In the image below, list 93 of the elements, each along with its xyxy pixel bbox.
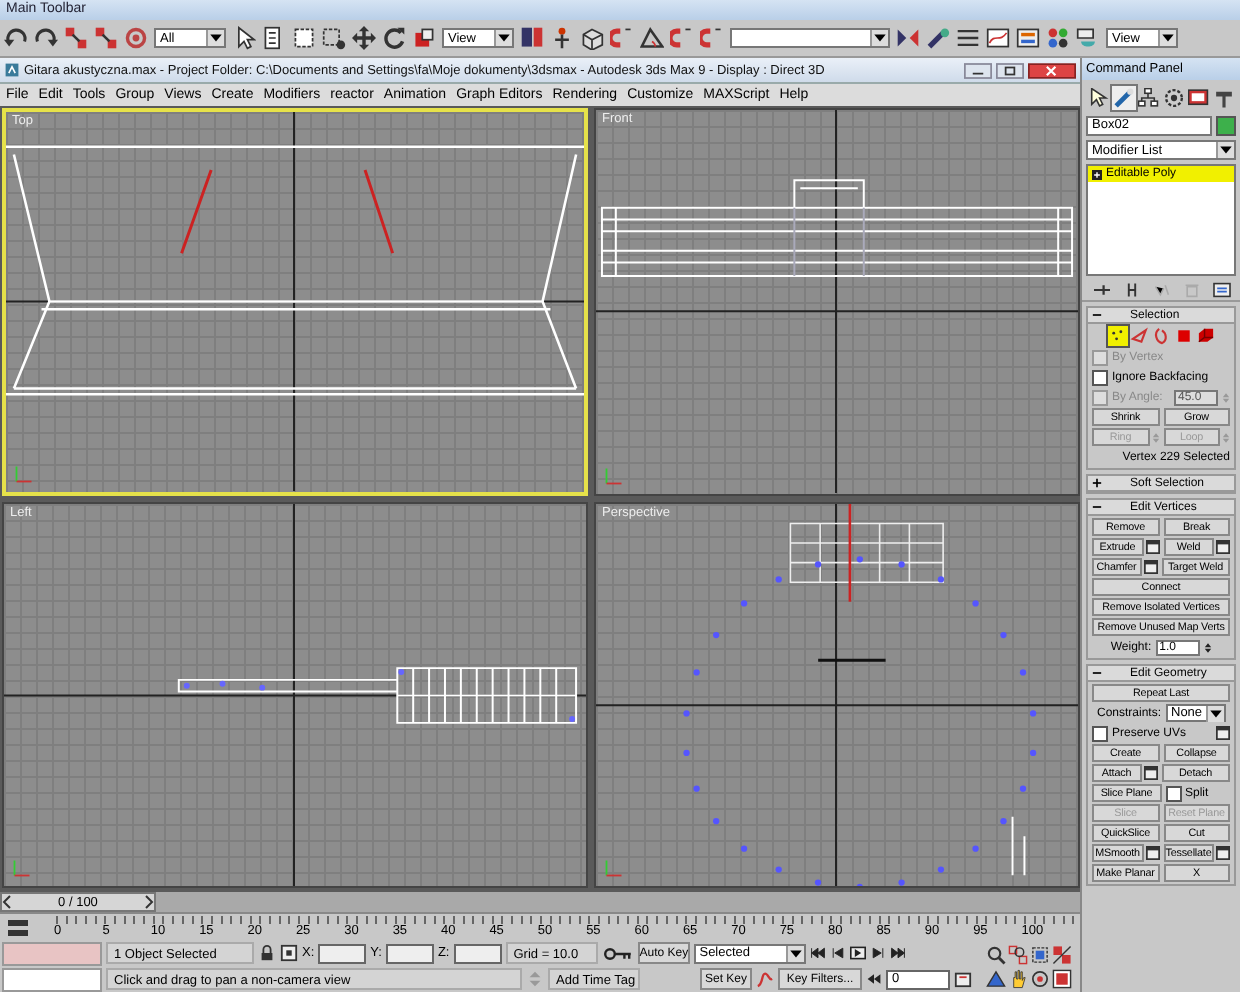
- key-mode-toggle-icon[interactable]: [866, 972, 882, 986]
- spinner-arrows-icon[interactable]: [1203, 639, 1212, 655]
- collapse-icon: [1092, 502, 1102, 512]
- settings-icon[interactable]: [1143, 560, 1157, 574]
- script-listener-field[interactable]: [2, 967, 102, 991]
- rotate-icon[interactable]: [382, 26, 406, 50]
- play-icon[interactable]: [849, 946, 866, 960]
- zoom-all-icon[interactable]: [1008, 944, 1028, 966]
- collapse-icon: [1092, 668, 1102, 678]
- absolute-mode-icon[interactable]: [280, 944, 298, 962]
- border-icon[interactable]: [1151, 326, 1171, 346]
- dropdown-arrow-icon: [785, 945, 804, 961]
- key-icon[interactable]: [601, 945, 634, 961]
- dropdown-arrow-icon: [1205, 705, 1223, 721]
- angle-icon[interactable]: [640, 26, 664, 50]
- field-of-view-icon[interactable]: [986, 968, 1006, 990]
- app-icon: [4, 62, 20, 78]
- magnet-icon[interactable]: [700, 26, 724, 50]
- go-to-end-icon[interactable]: [889, 946, 906, 960]
- key-mode-icon[interactable]: [756, 970, 774, 988]
- move-icon[interactable]: [352, 26, 376, 50]
- scale-icon[interactable]: [412, 26, 436, 50]
- window-crossing-icon[interactable]: [322, 26, 346, 50]
- zoom-icon[interactable]: [986, 944, 1006, 966]
- collapse-icon: [1092, 310, 1102, 320]
- close-icon[interactable]: [1028, 61, 1076, 79]
- settings-icon[interactable]: [1143, 766, 1157, 780]
- script-listener-field[interactable]: [2, 941, 102, 965]
- manipulate-icon[interactable]: [550, 26, 574, 50]
- layers-icon[interactable]: [956, 26, 980, 50]
- track-bar-icon[interactable]: [6, 917, 30, 937]
- polygon-icon[interactable]: [1173, 326, 1193, 346]
- curve-editor-icon[interactable]: [986, 26, 1010, 50]
- expand-icon: [1092, 478, 1102, 488]
- axis-tripod-icon: [10, 856, 34, 880]
- hammer-icon[interactable]: [1211, 86, 1236, 110]
- coordinate-field[interactable]: [385, 943, 434, 963]
- settings-icon[interactable]: [1216, 540, 1230, 554]
- object-color-swatch[interactable]: [1216, 116, 1236, 136]
- go-to-start-icon[interactable]: [809, 946, 826, 960]
- checkbox[interactable]: [1092, 369, 1108, 385]
- dropdown-arrow-icon: [870, 30, 888, 46]
- unlink-icon[interactable]: [94, 26, 118, 50]
- material-icon[interactable]: [1046, 26, 1070, 50]
- zoom-extents-all-icon[interactable]: [1052, 944, 1072, 966]
- next-frame-icon[interactable]: [869, 946, 886, 960]
- redo-icon[interactable]: [34, 26, 58, 50]
- arc-rotate-icon[interactable]: [1030, 968, 1050, 990]
- maximize-icon[interactable]: [996, 61, 1024, 79]
- edge-icon[interactable]: [1129, 326, 1149, 346]
- axis-tripod-icon: [602, 856, 626, 880]
- settings-icon[interactable]: [1145, 846, 1159, 860]
- axis-tripod-icon: [12, 461, 36, 485]
- schematic-icon[interactable]: [1016, 26, 1040, 50]
- gear-icon[interactable]: [1161, 86, 1186, 110]
- checkbox[interactable]: [1092, 725, 1108, 741]
- axis-tripod-icon: [602, 463, 626, 487]
- named-selection-dropdown[interactable]: [730, 28, 890, 48]
- maximize-viewport-icon[interactable]: [1052, 968, 1072, 990]
- monitor-icon[interactable]: [1186, 86, 1211, 110]
- expand-icon[interactable]: [1092, 169, 1102, 179]
- zoom-extents-icon[interactable]: [1030, 944, 1050, 966]
- vertex-icon[interactable]: [1107, 326, 1127, 346]
- pointer-icon[interactable]: [1086, 86, 1111, 110]
- time-configuration-icon[interactable]: [954, 970, 972, 988]
- undo-icon[interactable]: [4, 26, 28, 50]
- box-icon[interactable]: [580, 26, 604, 50]
- link-icon[interactable]: [64, 26, 88, 50]
- align-icon[interactable]: [926, 26, 950, 50]
- coordinate-field[interactable]: [318, 943, 367, 963]
- teapot-icon[interactable]: [1076, 26, 1100, 50]
- dropdown-arrow-icon: [206, 30, 224, 46]
- settings-icon[interactable]: [1216, 726, 1230, 740]
- lock-icon[interactable]: [258, 944, 276, 962]
- previous-frame-icon[interactable]: [829, 946, 846, 960]
- arrow-icon[interactable]: [232, 26, 256, 50]
- pin-icon[interactable]: [1091, 282, 1111, 298]
- pivot-icon[interactable]: [520, 26, 544, 50]
- rectangle-selection-icon[interactable]: [292, 26, 316, 50]
- mirror-icon[interactable]: [896, 26, 920, 50]
- configure-sets-icon[interactable]: [1211, 282, 1231, 298]
- settings-icon[interactable]: [1216, 846, 1230, 860]
- hand-icon[interactable]: [1008, 968, 1028, 990]
- dropdown-arrow-icon: [1216, 142, 1234, 158]
- hierarchy-icon[interactable]: [1136, 86, 1161, 110]
- checkbox[interactable]: [1165, 785, 1181, 801]
- element-icon[interactable]: [1195, 326, 1215, 346]
- dropdown-arrow-icon: [1158, 30, 1176, 46]
- settings-icon[interactable]: [1145, 540, 1159, 554]
- modify-icon[interactable]: [1111, 86, 1136, 110]
- coordinate-field[interactable]: [453, 943, 502, 963]
- dropdown-arrow-icon: [494, 30, 512, 46]
- list-icon[interactable]: [262, 26, 286, 50]
